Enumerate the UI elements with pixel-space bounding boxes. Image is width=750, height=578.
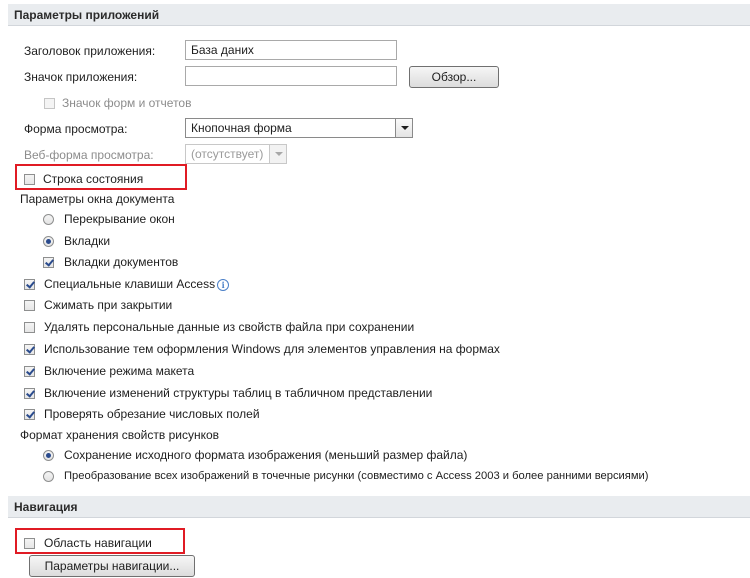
overlapping-windows-radio[interactable] [43,214,54,225]
web-form-label: Веб-форма просмотра: [24,148,154,162]
section-header-navigation: Навигация [8,496,750,518]
chevron-down-icon[interactable] [269,145,286,163]
browse-button[interactable]: Обзор... [409,66,499,88]
web-form-select[interactable]: (отсутствует) [185,144,287,164]
compact-on-close-checkbox[interactable] [24,300,35,311]
special-keys-checkbox[interactable] [24,279,35,290]
preserve-source-format-label: Сохранение исходного формата изображения… [64,448,468,462]
compact-on-close-label: Сжимать при закрытии [44,298,173,312]
navigation-options-button[interactable]: Параметры навигации... [29,555,195,577]
display-form-label: Форма просмотра: [24,122,128,136]
windows-themes-checkbox[interactable] [24,344,35,355]
layout-view-label: Включение режима макета [44,364,195,378]
app-title-input[interactable]: База даних [185,40,397,60]
overlapping-windows-label: Перекрывание окон [64,212,175,226]
document-tabs-label: Вкладки документов [64,255,179,269]
picture-storage-label: Формат хранения свойств рисунков [20,428,220,442]
convert-to-bitmaps-radio[interactable] [43,471,54,482]
navigation-pane-highlight [15,528,185,554]
special-keys-label: Специальные клавиши Access [44,277,216,291]
special-keys-label-row: Специальные клавиши Access i [44,276,230,292]
windows-themes-label: Использование тем оформления Windows для… [44,342,500,356]
check-truncated-fields-label: Проверять обрезание числовых полей [44,407,260,421]
forms-icon-label: Значок форм и отчетов [62,96,192,110]
info-icon[interactable]: i [217,278,230,291]
app-icon-label: Значок приложения: [24,70,138,84]
preserve-source-format-radio[interactable] [43,450,54,461]
chevron-down-icon[interactable] [395,119,412,137]
table-design-changes-checkbox[interactable] [24,388,35,399]
section-header-app-options: Параметры приложений [8,4,750,26]
tabbed-documents-radio[interactable] [43,236,54,247]
app-title-label: Заголовок приложения: [24,44,156,58]
app-icon-input[interactable] [185,66,397,86]
status-bar-highlight [15,164,187,190]
forms-icon-checkbox[interactable] [44,98,55,109]
convert-to-bitmaps-label: Преобразование всех изображений в точечн… [64,470,649,482]
display-form-select[interactable]: Кнопочная форма [185,118,413,138]
table-design-changes-label: Включение изменений структуры таблиц в т… [44,386,433,400]
tabbed-documents-label: Вкладки [64,234,111,248]
remove-personal-info-checkbox[interactable] [24,322,35,333]
remove-personal-info-label: Удалять персональные данные из свойств ф… [44,320,415,334]
layout-view-checkbox[interactable] [24,366,35,377]
web-form-value: (отсутствует) [191,147,264,161]
check-truncated-fields-checkbox[interactable] [24,409,35,420]
document-tabs-checkbox[interactable] [43,257,54,268]
doc-window-options-label: Параметры окна документа [20,192,175,206]
display-form-value: Кнопочная форма [191,121,292,135]
